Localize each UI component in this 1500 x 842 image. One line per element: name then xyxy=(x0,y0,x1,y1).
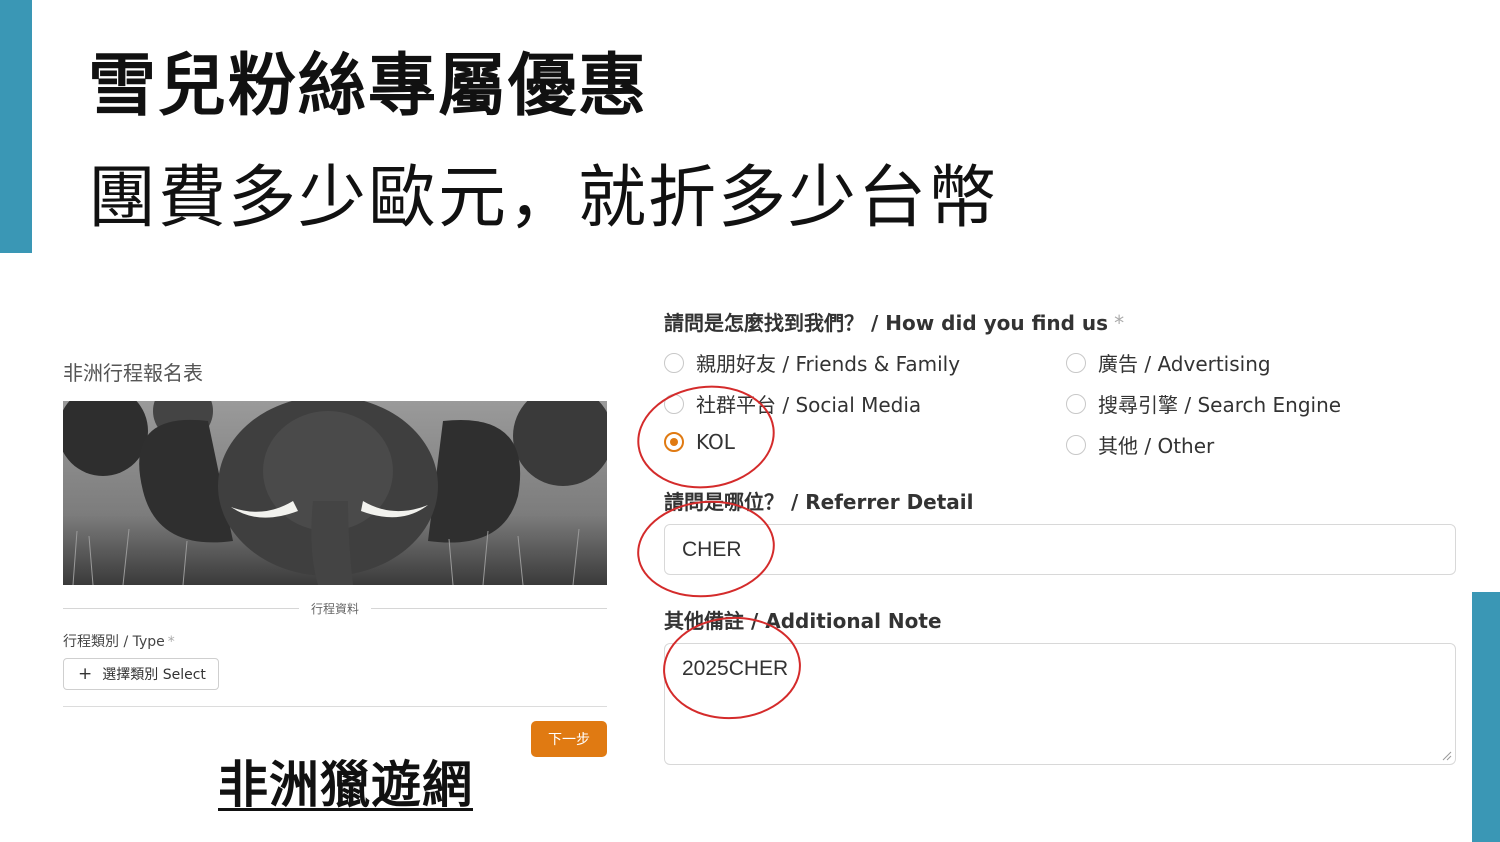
radio-button[interactable] xyxy=(664,352,684,373)
accent-bar-right xyxy=(1472,592,1500,842)
slide-subtitle: 團費多少歐元，就折多少台幣 xyxy=(88,159,999,238)
find-us-question-text: 請問是怎麼找到我們？ / How did you find us xyxy=(664,311,1109,335)
slide-title: 雪兒粉絲專屬優惠 xyxy=(88,47,649,126)
form-bottom-divider xyxy=(63,706,607,707)
accent-bar-left xyxy=(0,0,32,253)
radio-option-friends[interactable]: 親朋好友 / Friends & Family xyxy=(664,348,960,377)
form-title: 非洲行程報名表 xyxy=(63,361,203,385)
radio-option-other[interactable]: 其他 / Other xyxy=(1066,430,1214,459)
radio-label: 其他 / Other xyxy=(1098,434,1215,458)
radio-option-advertising[interactable]: 廣告 / Advertising xyxy=(1066,348,1271,377)
referrer-input[interactable]: CHER xyxy=(664,524,1456,575)
required-mark: * xyxy=(1114,311,1125,335)
required-mark: * xyxy=(167,634,175,650)
section-divider: 行程資料 xyxy=(63,600,607,616)
radio-option-kol[interactable]: KOL xyxy=(664,430,735,454)
radio-option-search[interactable]: 搜尋引擎 / Search Engine xyxy=(1066,389,1341,418)
radio-label: 社群平台 / Social Media xyxy=(696,393,922,417)
radio-label: 廣告 / Advertising xyxy=(1098,352,1271,376)
radio-button-checked[interactable] xyxy=(664,432,684,452)
note-textarea[interactable]: 2025CHER xyxy=(664,643,1456,765)
type-label: 行程類別 / Type * xyxy=(63,631,175,651)
note-label: 其他備註 / Additional Note xyxy=(664,609,942,633)
radio-label: 親朋好友 / Friends & Family xyxy=(696,352,961,376)
plus-icon: + xyxy=(78,663,93,684)
radio-label: 搜尋引擎 / Search Engine xyxy=(1098,393,1342,417)
select-type-button[interactable]: + 選擇類別 Select xyxy=(63,658,219,690)
radio-button[interactable] xyxy=(1066,393,1086,414)
next-button[interactable]: 下一步 xyxy=(531,721,607,757)
type-label-text: 行程類別 / Type xyxy=(63,634,165,650)
find-us-question: 請問是怎麼找到我們？ / How did you find us * xyxy=(664,307,1124,336)
brand-name: 非洲獵遊網 xyxy=(218,756,473,814)
radio-option-social[interactable]: 社群平台 / Social Media xyxy=(664,389,921,418)
elephant-photo xyxy=(63,401,607,585)
note-value: 2025CHER xyxy=(682,657,789,680)
radio-button[interactable] xyxy=(1066,352,1086,373)
resize-handle-icon[interactable] xyxy=(1442,751,1452,761)
radio-button[interactable] xyxy=(664,393,684,414)
referrer-label: 請問是哪位？ / Referrer Detail xyxy=(664,490,974,514)
radio-label: KOL xyxy=(696,430,735,454)
radio-button[interactable] xyxy=(1066,434,1086,455)
select-type-label: 選擇類別 Select xyxy=(102,667,206,683)
